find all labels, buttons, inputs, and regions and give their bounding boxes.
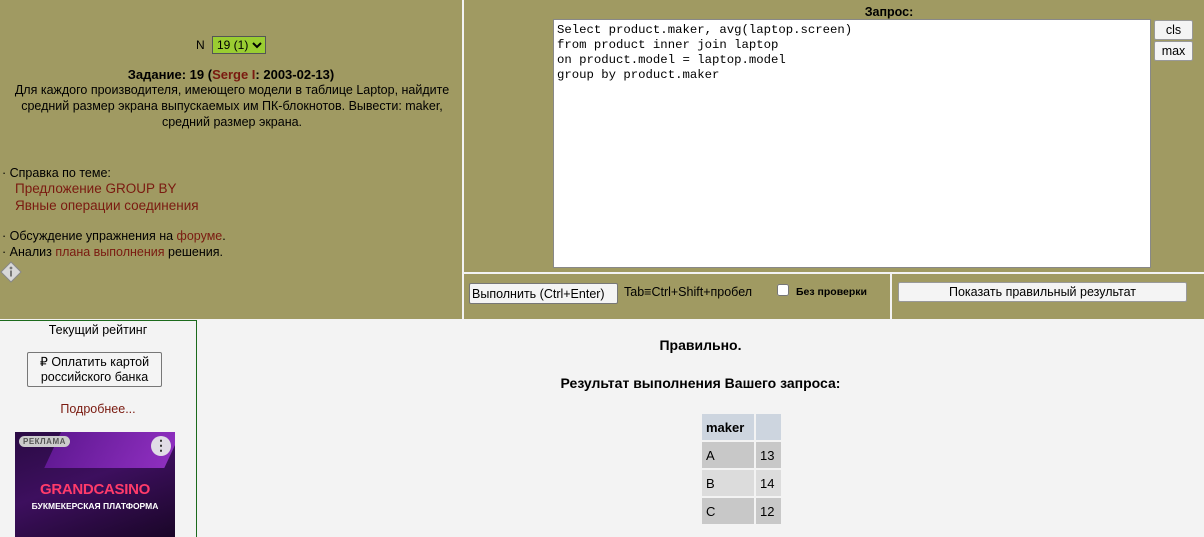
table-row: C 12 [702, 498, 781, 524]
tab-hint: Tab≡Ctrl+Shift+пробел [624, 285, 753, 299]
table-header-row: maker [702, 414, 781, 440]
help-link-joins[interactable]: Явные операции соединения [15, 198, 199, 213]
task-title-prefix: Задание: 19 ( [127, 67, 213, 82]
query-editor[interactable]: Select product.maker, avg(laptop.screen)… [553, 19, 1151, 268]
forum-link[interactable]: форуме [177, 229, 223, 243]
no-check-checkbox[interactable] [777, 284, 789, 296]
query-label: Запрос: [864, 5, 914, 19]
no-check-label: Без проверки [796, 286, 867, 298]
rating-title: Текущий рейтинг [48, 323, 148, 337]
task-number-row: N 19 (1) [0, 36, 462, 54]
table-row: B 14 [702, 470, 781, 496]
result-table: maker A 13 B 14 C 12 [700, 412, 783, 526]
info-icon[interactable] [0, 261, 22, 283]
ad-tag: РЕКЛАМА [19, 436, 70, 447]
help-link-group-by[interactable]: Предложение GROUP BY [15, 181, 177, 196]
ad-menu-icon[interactable]: ⋮ [151, 436, 171, 456]
maximize-button[interactable]: max [1154, 41, 1193, 61]
forum-suffix: . [222, 229, 226, 243]
more-link[interactable]: Подробнее... [0, 402, 196, 416]
table-cell: B [702, 470, 754, 496]
run-query-button[interactable]: Выполнить (Ctrl+Enter) [469, 283, 618, 304]
ad-banner[interactable]: РЕКЛАМА ⋮ GRANDCASINO БУКМЕКЕРСКАЯ ПЛАТФ… [15, 432, 175, 537]
table-cell: 12 [756, 498, 781, 524]
forum-line: · Обсуждение упражнения на форуме. [2, 229, 226, 243]
help-title: · Справка по теме: [2, 166, 111, 180]
clear-button[interactable]: cls [1154, 20, 1193, 40]
task-author: Serge I [212, 67, 256, 82]
ad-subtitle: БУКМЕКЕРСКАЯ ПЛАТФОРМА [31, 501, 159, 511]
table-cell: C [702, 498, 754, 524]
table-cell: 14 [756, 470, 781, 496]
task-title: Задание: 19 (Serge I: 2003-02-13) [0, 67, 462, 82]
plan-prefix: · Анализ [2, 245, 56, 259]
show-result-bar: Показать правильный результат [892, 274, 1204, 319]
rating-panel: Текущий рейтинг ₽ Оплатить картой россий… [0, 320, 197, 537]
show-correct-result-button[interactable]: Показать правильный результат [898, 282, 1187, 302]
plan-link[interactable]: плана выполнения [55, 245, 164, 259]
column-header: maker [702, 414, 754, 440]
table-cell: 13 [756, 442, 781, 468]
task-number-select[interactable]: 19 (1) [212, 36, 266, 54]
pay-by-card-button[interactable]: ₽ Оплатить картой российского банка [27, 352, 162, 387]
plan-suffix: решения. [164, 245, 224, 259]
query-panel: Запрос: Select product.maker, avg(laptop… [464, 0, 1204, 272]
task-title-suffix: : 2003-02-13) [255, 67, 335, 82]
result-title: Результат выполнения Вашего запроса: [560, 375, 841, 391]
table-row: A 13 [702, 442, 781, 468]
column-header [756, 414, 781, 440]
ad-brand: GRANDCASINO [39, 481, 151, 498]
forum-prefix: · Обсуждение упражнения на [2, 229, 177, 243]
table-cell: A [702, 442, 754, 468]
task-number-label: N [195, 38, 205, 52]
task-description: Для каждого производителя, имеющего моде… [14, 83, 450, 129]
execute-bar: Выполнить (Ctrl+Enter) Tab≡Ctrl+Shift+пр… [464, 274, 890, 319]
status-message: Правильно. [659, 337, 742, 353]
task-panel: N 19 (1) Задание: 19 (Serge I: 2003-02-1… [0, 0, 462, 319]
plan-line: · Анализ плана выполнения решения. [2, 245, 223, 259]
